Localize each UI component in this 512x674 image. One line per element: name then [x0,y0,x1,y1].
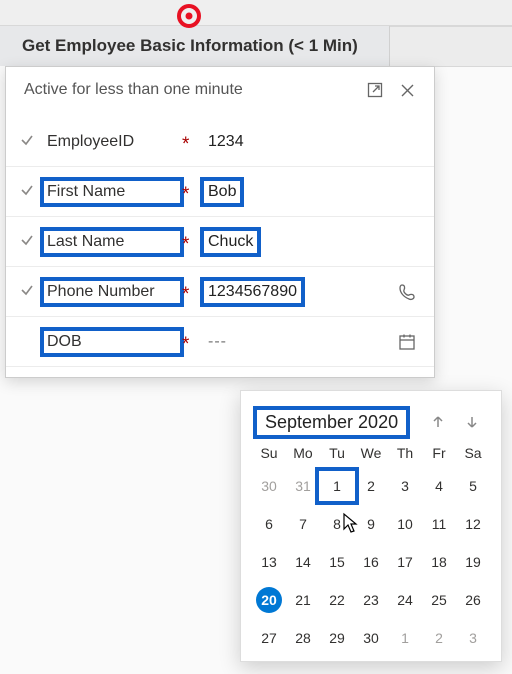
day-cell[interactable]: 22 [320,587,354,613]
field-row: Last Name*Chuck [6,217,434,267]
dow-header: Tu [320,445,354,461]
required-marker: * [182,329,202,354]
task-panel: Active for less than one minute Employee… [5,66,435,378]
day-cell[interactable]: 7 [286,511,320,537]
field-row: First Name*Bob [6,167,434,217]
field-value[interactable]: --- [202,329,238,355]
day-cell[interactable]: 23 [354,587,388,613]
day-cell[interactable]: 10 [388,511,422,537]
required-marker: * [182,279,202,304]
required-marker: * [182,129,202,154]
top-bar [0,0,512,26]
day-cell[interactable]: 2 [354,473,388,499]
day-cell[interactable]: 21 [286,587,320,613]
field-value[interactable]: 1234 [202,129,250,155]
field-label[interactable]: Last Name [42,229,182,255]
day-cell[interactable]: 5 [456,473,490,499]
dow-header: Fr [422,445,456,461]
day-cell[interactable]: 31 [286,473,320,499]
day-cell[interactable]: 4 [422,473,456,499]
checkmark-icon [20,133,42,151]
required-marker: * [182,229,202,254]
popout-icon[interactable] [362,77,388,103]
panel-body: EmployeeID*1234First Name*BobLast Name*C… [6,113,434,377]
day-cell[interactable]: 3 [388,473,422,499]
close-icon[interactable] [394,77,420,103]
day-cell[interactable]: 14 [286,549,320,575]
canvas-strip [390,26,512,67]
day-cell[interactable]: 11 [422,511,456,537]
day-cell[interactable]: 3 [456,625,490,651]
day-cell[interactable]: 6 [252,511,286,537]
calendar-grid: SuMoTuWeThFrSa30311234567891011121314151… [251,445,491,651]
dow-header: Su [252,445,286,461]
day-cell[interactable]: 30 [354,625,388,651]
day-cell[interactable]: 15 [320,549,354,575]
day-cell[interactable]: 1 [388,625,422,651]
day-cell[interactable]: 8 [320,511,354,537]
month-year-button[interactable]: September 2020 [255,408,408,437]
target-icon [177,4,201,28]
day-cell[interactable]: 16 [354,549,388,575]
dow-header: Th [388,445,422,461]
next-month-button[interactable] [457,407,487,437]
field-value[interactable]: Chuck [202,229,259,255]
dow-header: Sa [456,445,490,461]
day-cell[interactable]: 29 [320,625,354,651]
day-cell[interactable]: 17 [388,549,422,575]
field-value[interactable]: 1234567890 [202,279,303,305]
field-value[interactable]: Bob [202,179,242,205]
day-cell[interactable]: 20 [256,587,282,613]
phone-icon[interactable] [394,279,420,305]
day-cell[interactable]: 18 [422,549,456,575]
panel-subtitle: Active for less than one minute [24,81,243,99]
step-header[interactable]: Get Employee Basic Information (< 1 Min) [0,26,390,66]
field-label[interactable]: EmployeeID [42,129,182,155]
day-cell[interactable]: 26 [456,587,490,613]
field-row: DOB*--- [6,317,434,367]
prev-month-button[interactable] [423,407,453,437]
checkmark-icon [20,183,42,201]
field-label[interactable]: First Name [42,179,182,205]
day-cell[interactable]: 2 [422,625,456,651]
day-cell[interactable]: 1 [320,473,354,499]
dow-header: We [354,445,388,461]
date-picker: September 2020 SuMoTuWeThFrSa30311234567… [240,390,502,662]
panel-header: Active for less than one minute [6,67,434,113]
field-row: EmployeeID*1234 [6,117,434,167]
checkmark-icon [20,283,42,301]
day-cell[interactable]: 30 [252,473,286,499]
field-label[interactable]: Phone Number [42,279,182,305]
checkmark-icon [20,233,42,251]
day-cell[interactable]: 24 [388,587,422,613]
day-cell[interactable]: 13 [252,549,286,575]
dow-header: Mo [286,445,320,461]
calendar-icon[interactable] [394,329,420,355]
required-marker: * [182,179,202,204]
day-cell[interactable]: 28 [286,625,320,651]
field-label[interactable]: DOB [42,329,182,355]
day-cell[interactable]: 12 [456,511,490,537]
day-cell[interactable]: 9 [354,511,388,537]
field-row: Phone Number*1234567890 [6,267,434,317]
day-cell[interactable]: 19 [456,549,490,575]
day-cell[interactable]: 27 [252,625,286,651]
day-cell[interactable]: 25 [422,587,456,613]
